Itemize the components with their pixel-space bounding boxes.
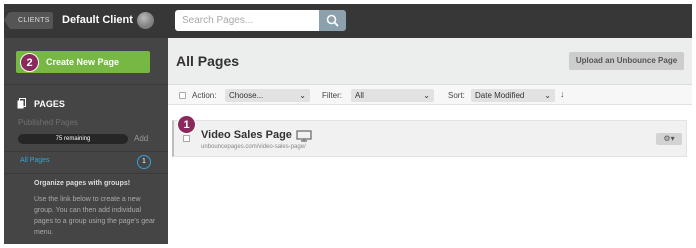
gear-icon: ⚙▾ <box>663 134 675 143</box>
step-badge-2: 2 <box>20 53 39 72</box>
action-label: Action: <box>192 91 217 100</box>
page-list: Video Sales Page unbouncepages.com/video… <box>168 105 692 244</box>
sort-label: Sort: <box>448 91 465 100</box>
action-select-value: Choose... <box>229 91 264 100</box>
chevron-down-icon: ⌄ <box>423 91 430 100</box>
filter-select[interactable]: All ⌄ <box>351 89 434 102</box>
client-avatar[interactable] <box>137 12 154 29</box>
groups-promo-title: Organize pages with groups! <box>34 180 131 187</box>
search-button[interactable] <box>319 10 346 31</box>
sort-select[interactable]: Date Modified ⌄ <box>471 89 555 102</box>
action-select[interactable]: Choose... ⌄ <box>225 89 310 102</box>
all-pages-count-badge: 1 <box>137 155 151 169</box>
upload-page-button[interactable]: Upload an Unbounce Page <box>569 52 684 70</box>
published-pages-label: Published Pages <box>18 118 79 127</box>
sidebar-item-all-pages[interactable]: All Pages <box>20 157 50 164</box>
main-header: All Pages Upload an Unbounce Page <box>168 38 692 85</box>
groups-promo-text: Use the link below to create a new group… <box>34 196 156 236</box>
pages-icon <box>17 98 26 109</box>
sidebar-divider <box>4 151 168 152</box>
client-name[interactable]: Default Client <box>62 14 133 26</box>
top-bar: CLIENTS Default Client <box>4 4 692 38</box>
chevron-down-icon: ⌄ <box>544 91 551 100</box>
search-input[interactable] <box>175 10 319 31</box>
filter-select-value: All <box>355 91 364 100</box>
page-name-link[interactable]: Video Sales Page <box>201 129 292 141</box>
search-icon <box>326 14 339 27</box>
chevron-down-icon: ⌄ <box>299 91 306 100</box>
gear-menu-button[interactable]: ⚙▾ <box>656 133 682 145</box>
sidebar-divider <box>4 84 168 85</box>
page-title: All Pages <box>176 53 240 69</box>
pages-heading: PAGES <box>34 99 65 109</box>
row-checkbox[interactable] <box>183 135 190 142</box>
clients-back-button[interactable]: CLIENTS <box>4 12 53 29</box>
add-group-link[interactable]: Add <box>134 134 148 143</box>
filter-label: Filter: <box>322 91 342 100</box>
monitor-icon <box>296 130 312 142</box>
step-badge-1: 1 <box>177 115 196 134</box>
sort-select-value: Date Modified <box>475 91 525 100</box>
create-button-label: Create New Page <box>46 57 120 67</box>
select-all-checkbox[interactable] <box>179 92 186 99</box>
app-frame: CLIENTS Default Client Create New Page 2… <box>4 4 692 244</box>
sidebar-divider <box>4 173 168 174</box>
sidebar: Create New Page 2 PAGES Published Pages … <box>4 38 168 244</box>
filter-bar: Action: Choose... ⌄ Filter: All ⌄ Sort: … <box>168 85 692 105</box>
sort-direction-icon[interactable]: ↓ <box>560 89 565 99</box>
list-item[interactable]: Video Sales Page unbouncepages.com/video… <box>172 120 687 157</box>
page-url[interactable]: unbouncepages.com/video-sales-page/ <box>201 144 306 150</box>
remaining-count: 75 remaining <box>18 134 128 144</box>
